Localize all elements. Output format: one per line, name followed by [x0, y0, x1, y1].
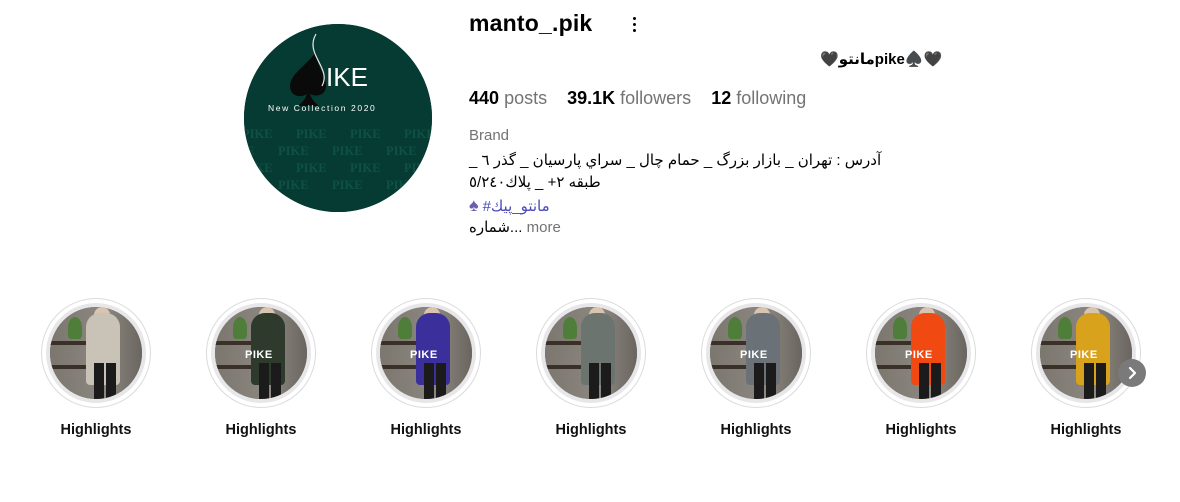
highlight-ring: PIKE: [1031, 298, 1141, 408]
following-label: following: [736, 88, 807, 108]
profile-username: manto_.pik: [469, 10, 593, 36]
highlight-label: Highlights: [720, 422, 792, 438]
highlight-ring: PIKE: [371, 298, 481, 408]
highlight-item[interactable]: Highlights: [535, 298, 647, 438]
avatar-brand-text: IKE: [326, 62, 368, 92]
svg-text:PIKE: PIKE: [244, 161, 273, 175]
followers-label: followers: [620, 88, 692, 108]
svg-text:PIKE: PIKE: [332, 178, 363, 192]
avatar-image: PIKE PIKE PIKE PIKE PIKE PIKE PIKE PIKE PIKE PI…: [244, 24, 432, 212]
highlight-label: Highlights: [225, 422, 297, 438]
bio-hashtag-link[interactable]: ♠ #مانتو_پيك: [469, 195, 550, 216]
svg-text:PIKE: PIKE: [386, 178, 417, 192]
highlight-cover: PIKE: [215, 307, 307, 399]
highlight-cover: [545, 307, 637, 399]
highlight-label: Highlights: [555, 422, 627, 438]
highlight-label: Highlights: [1050, 422, 1122, 438]
bio-line: طبقه ٢+ _ پلاك٥/٢٤٠: [469, 174, 601, 191]
bio-more-link[interactable]: more: [527, 219, 561, 236]
more-horizontal-icon: [632, 15, 636, 33]
svg-text:PIKE: PIKE: [386, 144, 417, 158]
highlight-cover: PIKE: [380, 307, 472, 399]
highlight-label: Highlights: [390, 422, 462, 438]
profile-avatar[interactable]: PIKE PIKE PIKE PIKE PIKE PIKE PIKE PIKE PIKE PI…: [244, 24, 432, 212]
svg-text:PIKE: PIKE: [296, 127, 327, 141]
bio-line: آدرس : تهران _ بازار بزرگ _ حمام چال _ س…: [469, 152, 882, 169]
bio-truncated-text: شماره...: [469, 219, 523, 236]
profile-stats: 440 posts 39.1K followers 12 following: [469, 88, 826, 109]
avatar-subtitle: New Collection 2020: [268, 103, 376, 113]
more-options-button[interactable]: [622, 12, 646, 36]
svg-text:PIKE: PIKE: [244, 144, 255, 158]
followers-count: 39.1K: [567, 88, 616, 108]
highlight-logo: PIKE: [905, 349, 933, 361]
posts-label: posts: [504, 88, 548, 108]
highlight-logo: PIKE: [1070, 349, 1098, 361]
highlight-cover: PIKE: [875, 307, 967, 399]
highlight-cover: [50, 307, 142, 399]
highlight-cover: PIKE: [1040, 307, 1132, 399]
following-count: 12: [711, 88, 732, 108]
svg-text:PIKE: PIKE: [244, 127, 273, 141]
spade-icon: ♠: [469, 195, 479, 215]
highlight-item[interactable]: PIKE Highlights: [865, 298, 977, 438]
svg-text:PIKE: PIKE: [404, 161, 432, 175]
svg-text:PIKE: PIKE: [278, 144, 309, 158]
highlight-logo: PIKE: [740, 349, 768, 361]
highlight-ring: PIKE: [866, 298, 976, 408]
svg-text:PIKE: PIKE: [244, 178, 255, 192]
highlight-label: Highlights: [60, 422, 132, 438]
highlight-item[interactable]: Highlights: [40, 298, 152, 438]
svg-text:PIKE: PIKE: [350, 127, 381, 141]
highlight-item[interactable]: PIKE Highlights: [205, 298, 317, 438]
svg-text:PIKE: PIKE: [350, 161, 381, 175]
svg-text:PIKE: PIKE: [404, 127, 432, 141]
posts-stat[interactable]: 440 posts: [469, 88, 547, 109]
highlight-logo: PIKE: [245, 349, 273, 361]
highlights-next-button[interactable]: [1118, 359, 1146, 387]
posts-count: 440: [469, 88, 500, 108]
chevron-right-icon: [1128, 366, 1137, 380]
svg-text:PIKE: PIKE: [332, 144, 363, 158]
profile-full-name: 🖤مانتوpike♠️🖤: [820, 51, 943, 68]
highlight-ring: [41, 298, 151, 408]
hashtag-text: #مانتو_پيك: [482, 197, 550, 215]
highlight-item[interactable]: PIKE Highlights: [370, 298, 482, 438]
followers-stat[interactable]: 39.1K followers: [567, 88, 691, 109]
highlight-item[interactable]: PIKE Highlights: [700, 298, 812, 438]
following-stat[interactable]: 12 following: [711, 88, 806, 109]
profile-category: Brand: [469, 127, 510, 144]
highlight-ring: PIKE: [701, 298, 811, 408]
highlight-ring: PIKE: [206, 298, 316, 408]
svg-text:PIKE: PIKE: [278, 178, 309, 192]
highlight-logo: PIKE: [410, 349, 438, 361]
highlight-ring: [536, 298, 646, 408]
highlight-label: Highlights: [885, 422, 957, 438]
highlight-cover: PIKE: [710, 307, 802, 399]
svg-text:PIKE: PIKE: [296, 161, 327, 175]
bio-line: شماره... more: [469, 218, 561, 236]
